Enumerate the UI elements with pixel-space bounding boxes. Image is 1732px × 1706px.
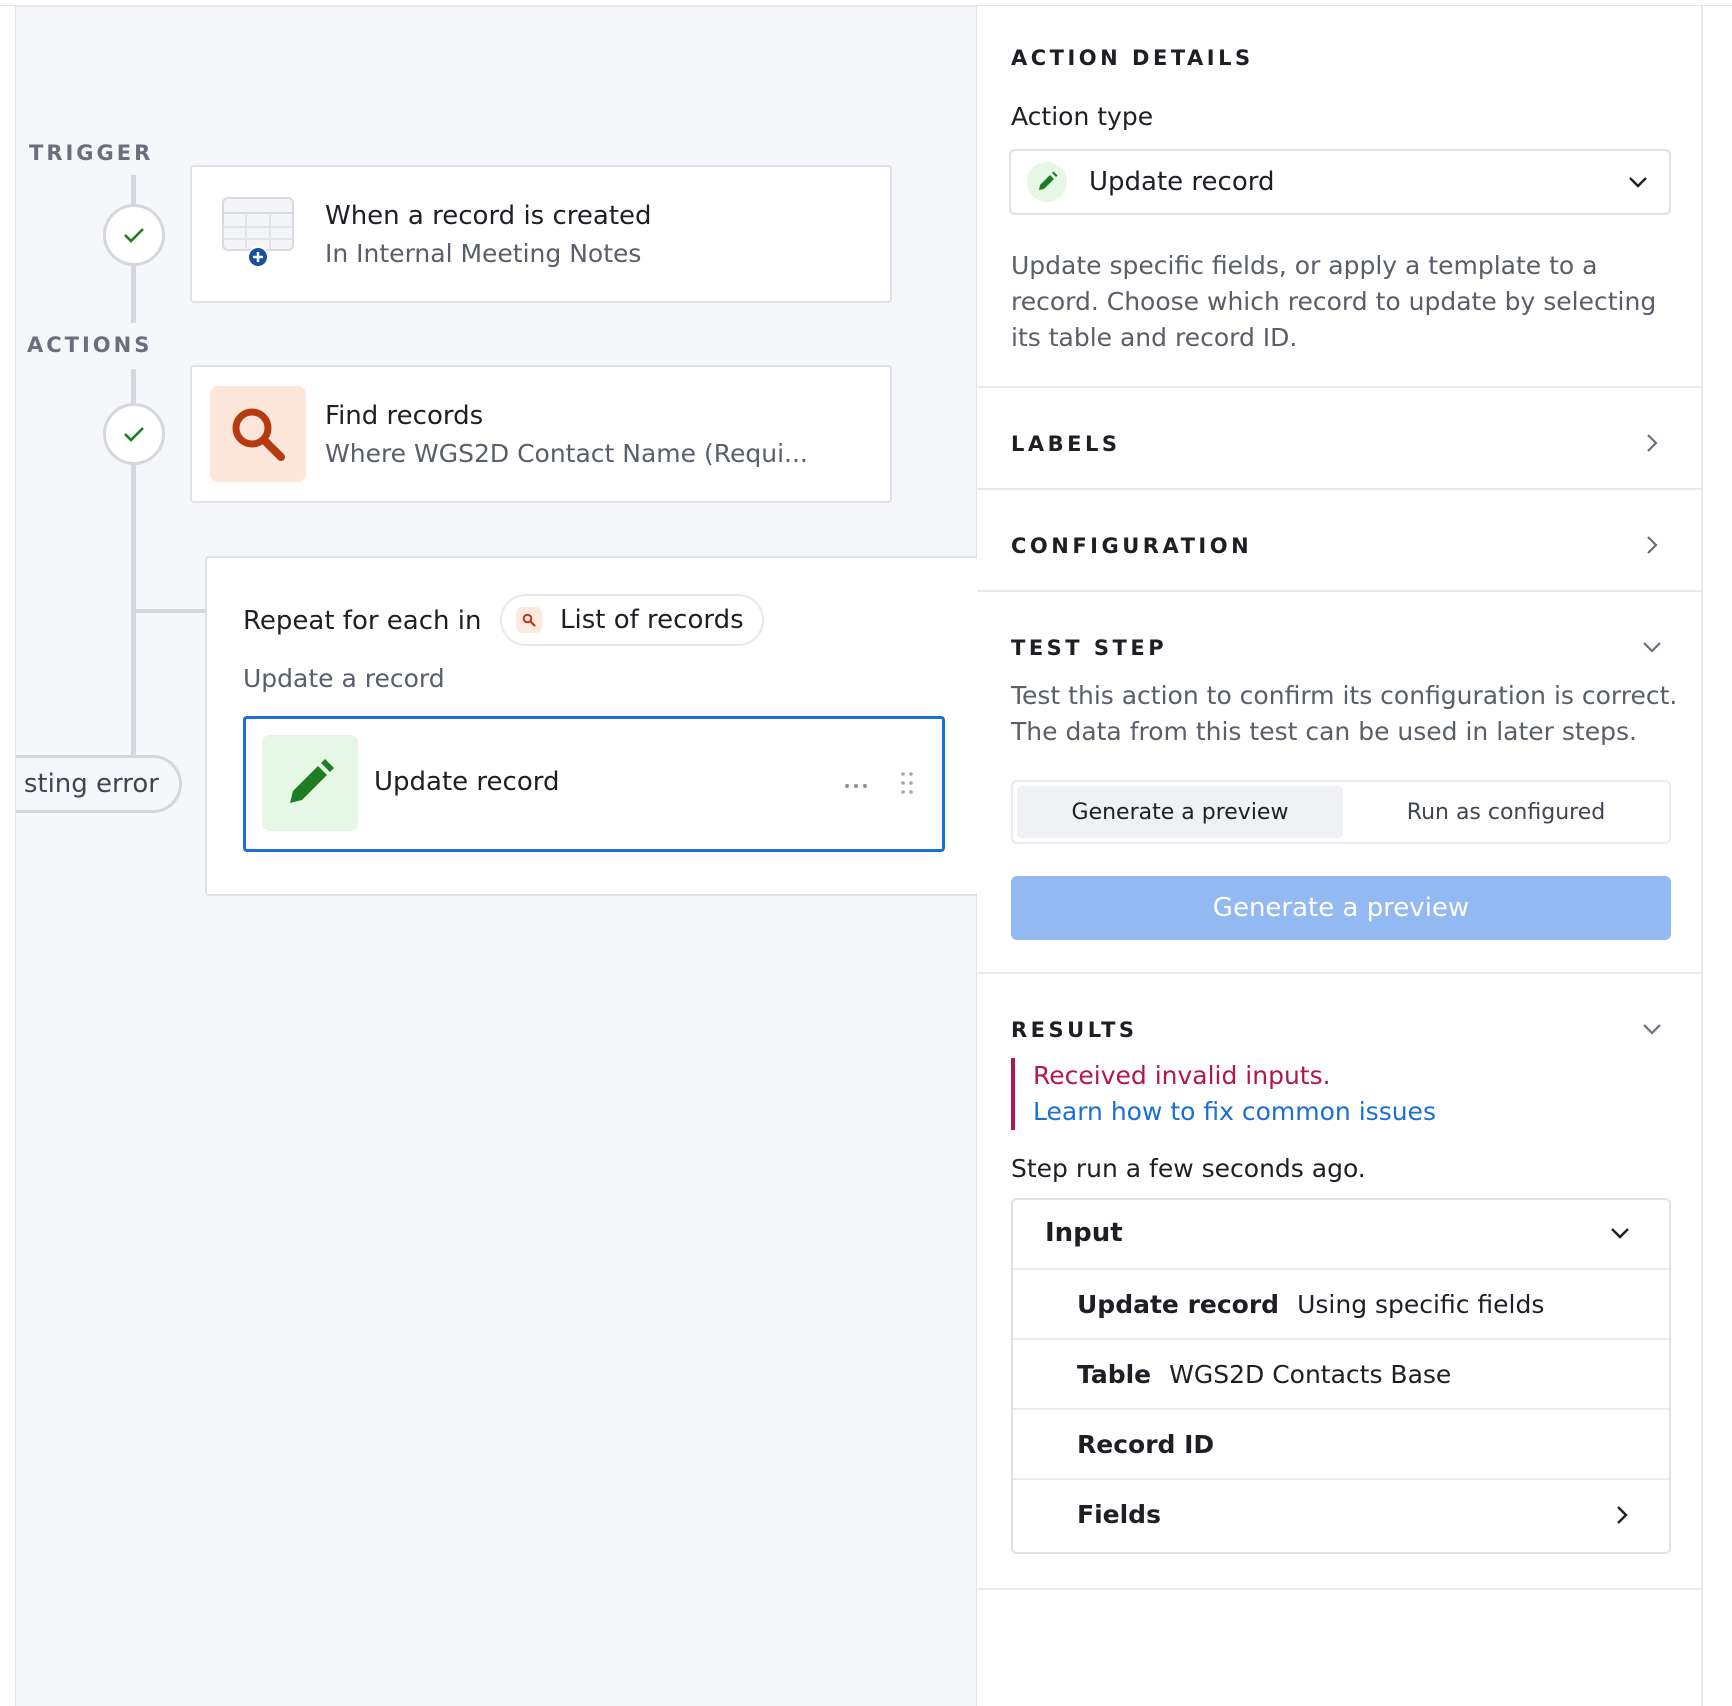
test-step-section-toggle[interactable]: TEST STEP xyxy=(977,592,1701,682)
pencil-icon xyxy=(1027,162,1067,202)
find-icon-box xyxy=(210,386,306,482)
find-card-subtitle: Where WGS2D Contact Name (Requi... xyxy=(325,439,808,468)
segment-generate-preview[interactable]: Generate a preview xyxy=(1017,786,1343,838)
action-details-panel: ACTION DETAILS Action type Update record… xyxy=(977,6,1701,1706)
action-details-heading: ACTION DETAILS xyxy=(1011,46,1254,70)
chevron-down-icon xyxy=(1643,642,1661,653)
row-label: Record ID xyxy=(1077,1429,1215,1459)
input-header: Input xyxy=(1045,1218,1123,1248)
configuration-section-toggle[interactable]: CONFIGURATION xyxy=(977,490,1701,590)
divider xyxy=(977,1588,1701,1590)
chevron-down-icon xyxy=(1643,1024,1661,1035)
labels-section-toggle[interactable]: LABELS xyxy=(977,388,1701,488)
generate-preview-button[interactable]: Generate a preview xyxy=(1011,876,1671,940)
search-icon xyxy=(232,408,285,461)
error-message: Received invalid inputs. xyxy=(1033,1061,1331,1090)
pill-label: List of records xyxy=(560,605,744,635)
step-run-text: Step run a few seconds ago. xyxy=(1011,1154,1366,1183)
search-mini-icon xyxy=(516,607,542,633)
more-options-icon[interactable] xyxy=(844,775,868,794)
action-type-value: Update record xyxy=(1089,167,1275,197)
update-icon-box xyxy=(262,735,358,831)
table-row: Record ID xyxy=(1013,1408,1669,1478)
table-add-icon xyxy=(222,197,294,268)
actions-section-label: ACTIONS xyxy=(27,333,153,357)
segment-run-as-configured[interactable]: Run as configured xyxy=(1343,786,1669,838)
action-type-select[interactable]: Update record xyxy=(1009,149,1671,215)
results-section-toggle[interactable]: RESULTS xyxy=(977,974,1701,1054)
results-error-block: Received invalid inputs. Learn how to fi… xyxy=(1011,1058,1611,1130)
fix-issues-link[interactable]: Learn how to fix common issues xyxy=(1033,1094,1611,1130)
repeat-title: Repeat for each in xyxy=(243,606,482,636)
repeat-subtitle: Update a record xyxy=(243,664,445,693)
input-header-toggle[interactable]: Input xyxy=(1013,1200,1669,1268)
action-description: Update specific fields, or apply a templ… xyxy=(1011,251,1657,352)
drag-handle-icon[interactable] xyxy=(900,771,914,799)
workflow-canvas: TRIGGER ACTIONS sting error When a recor… xyxy=(15,6,979,1706)
row-value: WGS2D Contacts Base xyxy=(1169,1359,1452,1389)
row-label: Fields xyxy=(1077,1499,1161,1529)
chevron-right-icon xyxy=(1647,434,1658,452)
panel-right-border xyxy=(1701,6,1703,1706)
chevron-down-icon xyxy=(1629,177,1647,188)
find-card-title: Find records xyxy=(325,401,484,431)
labels-heading: LABELS xyxy=(1011,432,1121,456)
chevron-down-icon xyxy=(1611,1228,1629,1239)
row-value: Using specific fields xyxy=(1297,1289,1545,1319)
list-of-records-pill[interactable]: List of records xyxy=(500,594,764,646)
update-record-card[interactable]: Update record xyxy=(243,716,945,852)
test-step-description: Test this action to confirm its configur… xyxy=(1011,681,1678,746)
chevron-right-icon xyxy=(1617,1506,1628,1524)
fields-row[interactable]: Fields xyxy=(1013,1478,1669,1548)
testing-error-pill[interactable]: sting error xyxy=(16,755,182,813)
find-status-check xyxy=(103,403,165,465)
check-icon xyxy=(124,228,144,243)
input-table: Input Update record Using specific field… xyxy=(1011,1198,1671,1554)
table-row: Update record Using specific fields xyxy=(1013,1268,1669,1338)
configuration-heading: CONFIGURATION xyxy=(1011,534,1253,558)
chevron-right-icon xyxy=(1647,536,1658,554)
pencil-icon xyxy=(290,759,334,803)
repeat-group-card[interactable]: Repeat for each in List of records Updat… xyxy=(205,556,979,896)
trigger-card-title: When a record is created xyxy=(325,201,652,231)
connector-branch xyxy=(131,609,207,613)
test-mode-segmented-control: Generate a preview Run as configured xyxy=(1011,780,1671,844)
trigger-section-label: TRIGGER xyxy=(29,141,154,165)
trigger-card[interactable]: When a record is created In Internal Mee… xyxy=(190,165,892,303)
find-records-card[interactable]: Find records Where WGS2D Contact Name (R… xyxy=(190,365,892,503)
check-icon xyxy=(124,427,144,442)
row-label: Update record xyxy=(1077,1289,1280,1319)
row-label: Table xyxy=(1077,1359,1152,1389)
table-row: Table WGS2D Contacts Base xyxy=(1013,1338,1669,1408)
error-pill-label: sting error xyxy=(23,769,159,799)
results-heading: RESULTS xyxy=(1011,1018,1138,1042)
trigger-card-subtitle: In Internal Meeting Notes xyxy=(325,239,642,268)
test-step-heading: TEST STEP xyxy=(1011,636,1168,660)
trigger-status-check xyxy=(103,204,165,266)
action-type-label: Action type xyxy=(1011,102,1154,131)
update-card-title: Update record xyxy=(374,767,560,797)
